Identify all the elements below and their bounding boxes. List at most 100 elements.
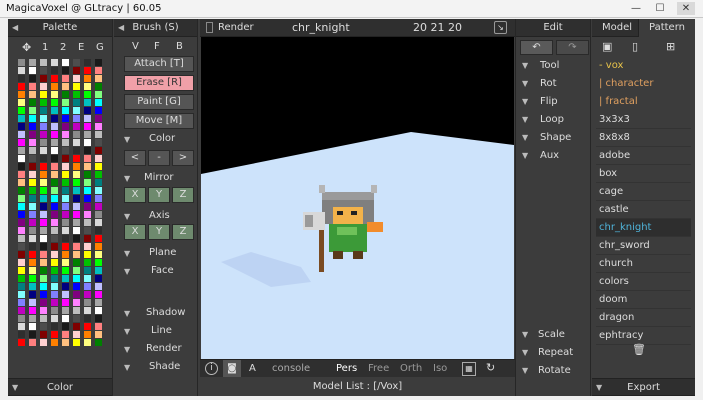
expand-icon[interactable]: ▼ [124, 249, 130, 258]
redo-button[interactable]: ↷ [556, 40, 589, 55]
palette-swatch[interactable] [18, 251, 25, 258]
tab-model[interactable]: Model [602, 19, 632, 37]
palette-swatch[interactable] [29, 179, 36, 186]
brush-mode-b[interactable]: B [176, 41, 183, 52]
palette-swatch[interactable] [62, 123, 69, 130]
palette-swatch[interactable] [18, 315, 25, 322]
color-prev-button[interactable]: < [124, 150, 146, 166]
palette-swatch[interactable] [84, 179, 91, 186]
palette-swatch[interactable] [29, 315, 36, 322]
palette-swatch[interactable] [18, 59, 25, 66]
palette-footer[interactable]: ▼ Color [8, 378, 112, 396]
palette-swatch[interactable] [62, 267, 69, 274]
edit-bottom-item[interactable]: ▼ Rotate [520, 364, 588, 380]
file-item[interactable]: chr_knight [596, 219, 691, 237]
palette-swatch[interactable] [84, 259, 91, 266]
palette-swatch[interactable] [29, 147, 36, 154]
palette-swatch[interactable] [62, 107, 69, 114]
expand-icon[interactable]: ▼ [12, 379, 18, 397]
palette-swatch[interactable] [18, 211, 25, 218]
palette-swatch[interactable] [29, 227, 36, 234]
palette-swatch[interactable] [51, 179, 58, 186]
palette-swatch[interactable] [62, 139, 69, 146]
palette-swatch[interactable] [62, 147, 69, 154]
palette-swatch[interactable] [95, 179, 102, 186]
palette-swatch[interactable] [18, 307, 25, 314]
palette-swatch[interactable] [84, 115, 91, 122]
palette-swatch[interactable] [95, 139, 102, 146]
palette-swatch[interactable] [18, 123, 25, 130]
palette-swatch[interactable] [95, 283, 102, 290]
palette-swatch[interactable] [95, 339, 102, 346]
palette-swatch[interactable] [73, 243, 80, 250]
palette-swatch[interactable] [29, 195, 36, 202]
palette-swatch[interactable] [73, 283, 80, 290]
palette-swatch[interactable] [95, 75, 102, 82]
expand-icon[interactable]: ▼ [124, 345, 130, 354]
palette-swatch[interactable] [84, 267, 91, 274]
palette-swatch[interactable] [18, 115, 25, 122]
palette-swatch[interactable] [73, 267, 80, 274]
expand-icon[interactable]: ▼ [124, 327, 130, 336]
palette-swatch[interactable] [18, 131, 25, 138]
palette-swatch[interactable] [40, 203, 47, 210]
palette-swatch[interactable] [51, 315, 58, 322]
palette-swatch[interactable] [95, 307, 102, 314]
palette-swatch[interactable] [51, 323, 58, 330]
palette-swatch[interactable] [73, 323, 80, 330]
palette-swatch[interactable] [62, 307, 69, 314]
palette-swatch[interactable] [29, 251, 36, 258]
palette-swatch[interactable] [62, 227, 69, 234]
expand-icon[interactable]: ▼ [522, 97, 528, 106]
file-item[interactable]: chr_sword [596, 237, 691, 255]
palette-swatch[interactable] [51, 83, 58, 90]
palette-swatch[interactable] [29, 267, 36, 274]
palette-swatch[interactable] [51, 91, 58, 98]
file-item[interactable]: doom [596, 291, 691, 309]
palette-swatch[interactable] [29, 339, 36, 346]
palette-swatch[interactable] [73, 107, 80, 114]
palette-grid[interactable] [18, 59, 106, 359]
palette-swatch[interactable] [40, 139, 47, 146]
palette-swatch[interactable] [40, 99, 47, 106]
palette-swatch[interactable] [95, 147, 102, 154]
palette-swatch[interactable] [51, 59, 58, 66]
snapshot-icon[interactable]: ↘ [494, 21, 507, 34]
palette-swatch[interactable] [29, 331, 36, 338]
palette-swatch[interactable] [73, 339, 80, 346]
palette-swatch[interactable] [84, 195, 91, 202]
palette-swatch[interactable] [62, 259, 69, 266]
palette-swatch[interactable] [62, 171, 69, 178]
palette-swatch[interactable] [40, 275, 47, 282]
color-section-label[interactable]: Color [149, 133, 175, 144]
palette-swatch[interactable] [18, 107, 25, 114]
palette-swatch[interactable] [73, 99, 80, 106]
palette-swatch[interactable] [51, 155, 58, 162]
palette-swatch[interactable] [62, 131, 69, 138]
palette-swatch[interactable] [51, 75, 58, 82]
palette-swatch[interactable] [62, 187, 69, 194]
palette-swatch[interactable] [40, 115, 47, 122]
palette-swatch[interactable] [62, 179, 69, 186]
palette-swatch[interactable] [29, 307, 36, 314]
palette-swatch[interactable] [73, 115, 80, 122]
palette-swatch[interactable] [73, 147, 80, 154]
palette-swatch[interactable] [95, 219, 102, 226]
expand-icon[interactable]: ▼ [124, 135, 130, 144]
palette-swatch[interactable] [73, 131, 80, 138]
palette-swatch[interactable] [18, 171, 25, 178]
palette-swatch[interactable] [73, 155, 80, 162]
palette-swatch[interactable] [84, 59, 91, 66]
palette-swatch[interactable] [73, 227, 80, 234]
palette-swatch[interactable] [51, 147, 58, 154]
file-item[interactable]: dragon [596, 309, 691, 327]
palette-swatch[interactable] [84, 307, 91, 314]
palette-swatch[interactable] [73, 259, 80, 266]
view-iso[interactable]: Iso [433, 363, 447, 374]
palette-swatch[interactable] [62, 155, 69, 162]
palette-swatch[interactable] [18, 291, 25, 298]
palette-swatch[interactable] [84, 243, 91, 250]
save-icon[interactable]: ▣ [602, 40, 612, 53]
palette-swatch[interactable] [40, 339, 47, 346]
palette-swatch[interactable] [84, 283, 91, 290]
